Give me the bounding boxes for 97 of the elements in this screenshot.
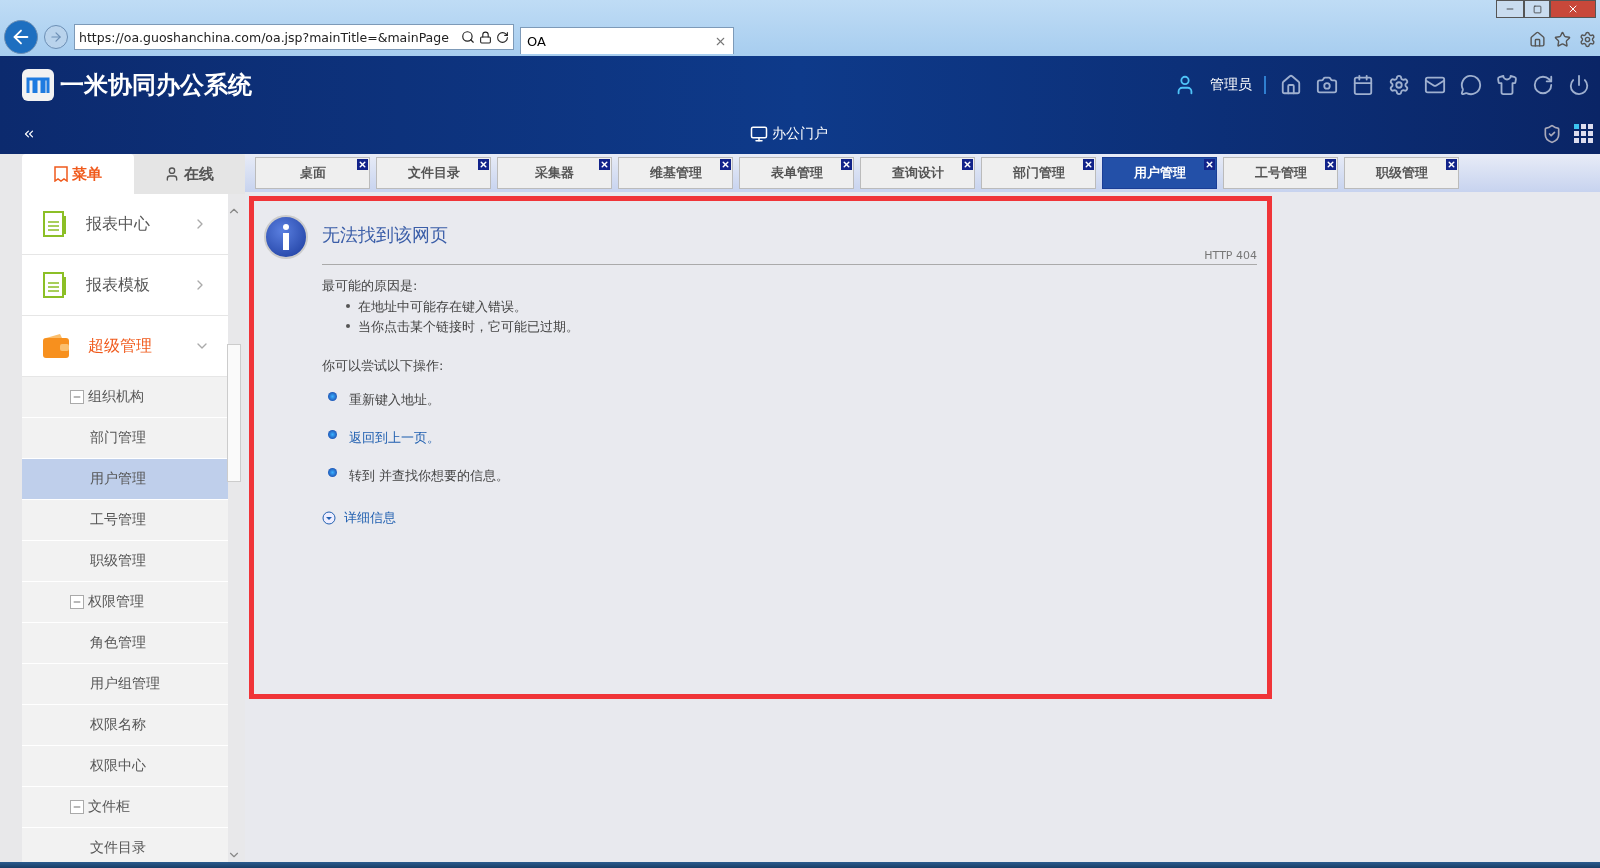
action-text: 重新键入地址。 <box>349 391 440 409</box>
collapse-toggle-icon[interactable] <box>70 595 84 609</box>
forward-arrow-icon <box>49 30 63 44</box>
menu-item[interactable]: 部门管理 <box>22 418 228 459</box>
app-title: 一米协同办公系统 <box>60 70 252 101</box>
group-label: 权限管理 <box>88 593 144 611</box>
action-text: 转到 并查找你想要的信息。 <box>349 467 510 485</box>
close-icon[interactable] <box>1083 159 1094 170</box>
close-icon[interactable] <box>599 159 610 170</box>
details-link[interactable]: 详细信息 <box>322 509 1257 527</box>
settings-icon[interactable] <box>1388 74 1410 96</box>
report-icon <box>42 271 68 299</box>
error-title: 无法找到该网页 <box>322 223 449 247</box>
star-icon[interactable] <box>1554 31 1571 48</box>
info-icon <box>264 215 308 259</box>
bullet-icon <box>328 467 337 477</box>
bullet-icon <box>328 429 337 439</box>
menu-item[interactable]: 权限中心 <box>22 746 228 787</box>
close-icon[interactable] <box>841 159 852 170</box>
menu-item[interactable]: 角色管理 <box>22 623 228 664</box>
try-heading: 你可以尝试以下操作: <box>322 357 445 375</box>
page-tab[interactable]: 表单管理 <box>739 157 854 189</box>
close-icon[interactable] <box>1446 159 1457 170</box>
power-icon[interactable] <box>1568 74 1590 96</box>
wallet-icon <box>42 333 70 359</box>
close-icon[interactable] <box>357 159 368 170</box>
page-tab[interactable]: 部门管理 <box>981 157 1096 189</box>
page-tab[interactable]: 文件目录 <box>376 157 491 189</box>
lock-icon <box>479 30 492 44</box>
receipt-icon <box>53 166 68 182</box>
collapse-toggle-icon[interactable] <box>70 390 84 404</box>
shirt-icon[interactable] <box>1496 74 1518 96</box>
close-icon[interactable] <box>1204 159 1215 170</box>
monitor-icon <box>750 125 768 143</box>
menu-item[interactable]: 超级管理 <box>22 316 228 377</box>
cause-item: 当你点击某个链接时，它可能已过期。 <box>322 317 1257 337</box>
close-icon <box>1567 3 1579 15</box>
menu-item[interactable]: 文件目录 <box>22 828 228 862</box>
calendar-icon[interactable] <box>1352 74 1374 96</box>
menu-item[interactable]: 权限名称 <box>22 705 228 746</box>
address-bar[interactable]: https://oa.guoshanchina.com/oa.jsp?mainTitle=&mainPage <box>74 24 514 50</box>
scrollbar-thumb[interactable] <box>227 344 241 482</box>
browser-tab[interactable]: OA <box>520 27 734 54</box>
menu-item[interactable]: 用户管理 <box>22 459 228 500</box>
page-tab[interactable]: 桌面 <box>255 157 370 189</box>
chat-icon[interactable] <box>1460 74 1482 96</box>
close-icon[interactable] <box>720 159 731 170</box>
refresh-icon[interactable] <box>496 30 509 44</box>
user-name[interactable]: 管理员 <box>1210 76 1266 94</box>
close-icon[interactable] <box>478 159 489 170</box>
back-button[interactable] <box>4 20 38 54</box>
bullet-icon <box>346 304 350 308</box>
sidebar-tab[interactable]: 在线 <box>133 154 245 194</box>
maximize-button[interactable] <box>1524 0 1550 18</box>
minimize-button[interactable] <box>1496 0 1524 18</box>
expand-icon <box>322 511 336 525</box>
collapse-toggle-icon[interactable] <box>70 800 84 814</box>
report-icon <box>42 210 68 238</box>
group-label: 组织机构 <box>88 388 144 406</box>
menu-item[interactable]: 报表中心 <box>22 194 228 255</box>
home-icon[interactable] <box>1529 31 1546 48</box>
menu-group[interactable]: 权限管理 <box>22 582 228 623</box>
page-tab[interactable]: 查询设计 <box>860 157 975 189</box>
portal-link[interactable]: 办公门户 <box>744 124 834 144</box>
shield-icon[interactable] <box>1542 124 1562 144</box>
menu-item[interactable]: 用户组管理 <box>22 664 228 705</box>
menu-item[interactable]: 报表模板 <box>22 255 228 316</box>
back-link[interactable]: 返回到上一页。 <box>349 429 440 447</box>
refresh-icon[interactable] <box>1532 74 1554 96</box>
tab-title: OA <box>527 33 547 49</box>
search-icon[interactable] <box>461 30 475 44</box>
grid-icon[interactable] <box>1574 124 1594 144</box>
group-label: 文件柜 <box>88 798 130 816</box>
home-icon[interactable] <box>1280 74 1302 96</box>
menu-group[interactable]: 文件柜 <box>22 787 228 828</box>
mail-icon[interactable] <box>1424 74 1446 96</box>
logo-icon <box>22 69 54 101</box>
menu-group[interactable]: 组织机构 <box>22 377 228 418</box>
menu-item[interactable]: 工号管理 <box>22 500 228 541</box>
close-icon[interactable] <box>962 159 973 170</box>
bullet-icon <box>346 324 350 328</box>
menu-item[interactable]: 职级管理 <box>22 541 228 582</box>
collapse-icon[interactable] <box>22 127 36 141</box>
cause-item: 在地址中可能存在键入错误。 <box>322 297 1257 317</box>
bullet-icon <box>328 391 337 401</box>
camera-icon[interactable] <box>1316 74 1338 96</box>
url-text: https://oa.guoshanchina.com/oa.jsp?mainTitle=&mainPage <box>79 29 450 45</box>
causes-heading: 最可能的原因是: <box>322 277 419 295</box>
maximize-icon <box>1532 4 1542 14</box>
page-tab[interactable]: 采集器 <box>497 157 612 189</box>
settings-icon[interactable] <box>1579 31 1596 48</box>
page-tab[interactable]: 用户管理 <box>1102 157 1217 189</box>
page-tab[interactable]: 工号管理 <box>1223 157 1338 189</box>
error-code: HTTP 404 <box>1204 249 1257 262</box>
page-tab[interactable]: 职级管理 <box>1344 157 1459 189</box>
close-icon[interactable] <box>1325 159 1336 170</box>
page-tab[interactable]: 维基管理 <box>618 157 733 189</box>
